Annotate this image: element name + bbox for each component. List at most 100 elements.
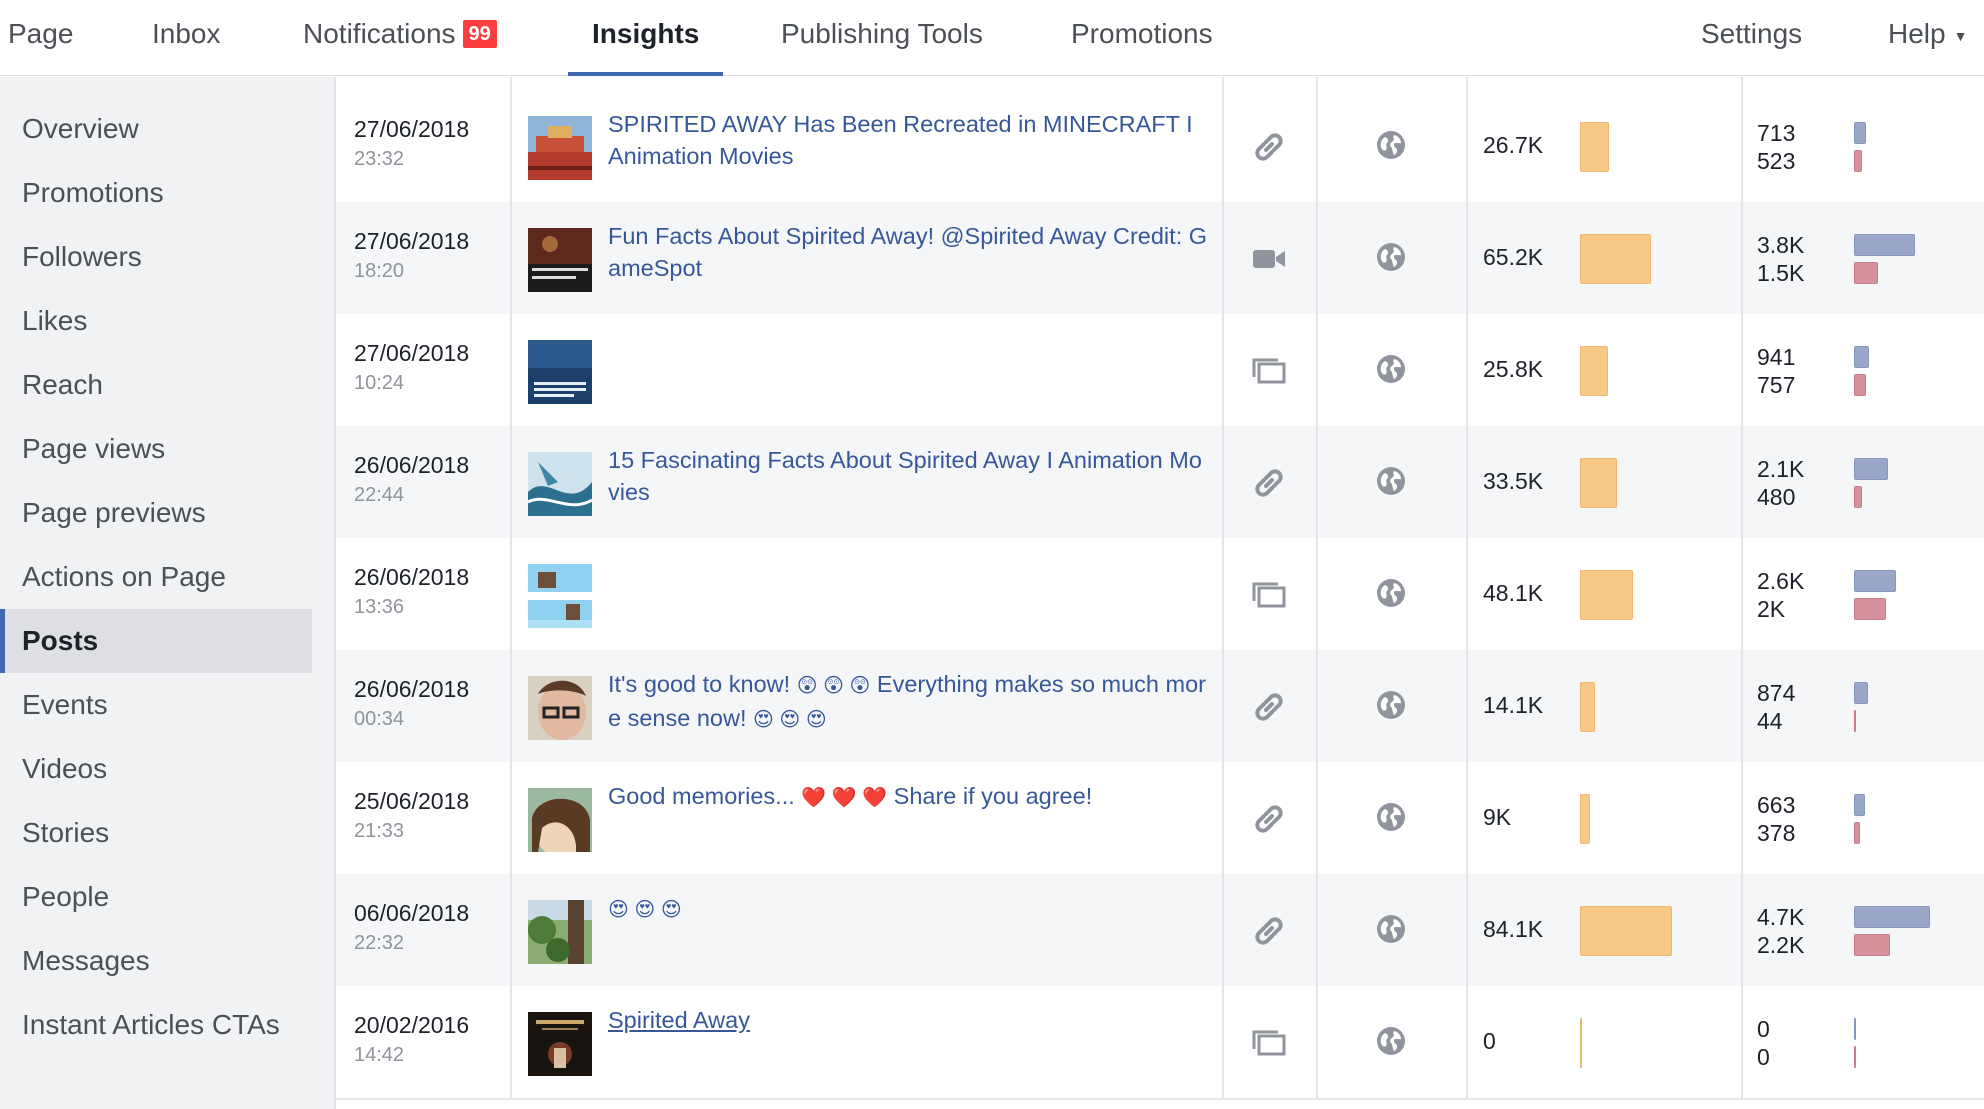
sidebar-item-page-previews[interactable]: Page previews	[0, 481, 312, 545]
engagement-value-clicks: 4.7K	[1757, 904, 1805, 930]
posts-table: 27/06/2018 23:32 SPIRITED AWAY Has Been Re…	[336, 90, 1984, 1100]
insights-sidebar: Overview Promotions Followers Likes Reac…	[0, 77, 336, 1109]
sidebar-item-reach[interactable]: Reach	[0, 353, 312, 417]
engagement-bar-reactions	[1854, 1046, 1856, 1068]
reach-value: 9K	[1483, 804, 1512, 830]
table-row[interactable]: 27/06/2018 10:24 25.8K 941 757	[336, 314, 1984, 426]
sidebar-item-followers[interactable]: Followers	[0, 225, 312, 289]
engagement-value-reactions: 44	[1757, 708, 1783, 734]
post-time: 14:42	[354, 1044, 405, 1066]
reach-bar	[1580, 682, 1595, 732]
engagement-value-reactions: 480	[1757, 484, 1796, 510]
link-icon	[1250, 128, 1288, 166]
reach-bar	[1580, 1018, 1582, 1068]
post-date: 06/06/2018	[354, 900, 470, 926]
tab-insights-label: Insights	[592, 18, 700, 49]
post-text-segment: It's good to know!	[608, 671, 797, 697]
emoji-group: 😍 😍 😍	[608, 899, 682, 921]
post-thumbnail[interactable]	[528, 228, 592, 292]
engagement-bar-reactions	[1854, 822, 1860, 844]
post-title-link[interactable]: 15 Fascinating Facts About Spirited Away…	[608, 444, 1208, 508]
sidebar-item-label: Overview	[22, 113, 139, 144]
post-date: 27/06/2018	[354, 116, 470, 142]
sidebar-item-stories[interactable]: Stories	[0, 801, 312, 865]
globe-icon	[1376, 690, 1406, 720]
tab-insights[interactable]: Insights	[568, 0, 724, 76]
engagement-value-clicks: 713	[1757, 120, 1796, 146]
sidebar-item-label: Stories	[22, 817, 110, 848]
table-row[interactable]: 26/06/2018 00:34 It's good to know! 😲 😲 😲 …	[336, 650, 1984, 762]
engagement-value-reactions: 0	[1757, 1044, 1770, 1070]
post-thumbnail[interactable]	[528, 676, 592, 740]
photo-icon	[1250, 352, 1288, 390]
sidebar-item-label: Promotions	[22, 177, 164, 208]
engagement-bar-reactions	[1854, 262, 1878, 284]
post-thumbnail[interactable]	[528, 900, 592, 964]
reach-bar	[1580, 234, 1651, 284]
post-title-link[interactable]: SPIRITED AWAY Has Been Recreated in MINE…	[608, 108, 1208, 172]
tab-inbox[interactable]: Inbox	[152, 0, 221, 76]
globe-icon	[1376, 354, 1406, 384]
table-row[interactable]: 20/02/2016 14:42 Spirited Away 0 0 0	[336, 986, 1984, 1098]
engagement-value-clicks: 2.1K	[1757, 456, 1805, 482]
table-row[interactable]: 06/06/2018 22:32 😍 😍 😍 84.1K 4.7K 2.2K	[336, 874, 1984, 986]
sidebar-item-likes[interactable]: Likes	[0, 289, 312, 353]
engagement-bar-clicks	[1854, 794, 1865, 816]
post-title-link[interactable]: Fun Facts About Spirited Away! @Spirited…	[608, 220, 1208, 284]
post-thumbnail[interactable]	[528, 788, 592, 852]
post-title-link[interactable]: Spirited Away	[608, 1004, 1208, 1036]
globe-icon	[1376, 914, 1406, 944]
tab-publishing-tools[interactable]: Publishing Tools	[781, 0, 983, 76]
post-thumbnail[interactable]	[528, 340, 592, 404]
post-thumbnail[interactable]	[528, 452, 592, 516]
engagement-bar-reactions	[1854, 934, 1890, 956]
sidebar-item-page-views[interactable]: Page views	[0, 417, 312, 481]
tab-settings-label: Settings	[1701, 18, 1803, 49]
engagement-value-reactions: 523	[1757, 148, 1796, 174]
globe-icon	[1376, 466, 1406, 496]
sidebar-item-events[interactable]: Events	[0, 673, 312, 737]
tab-notifications[interactable]: Notifications 99	[303, 0, 498, 76]
post-thumbnail[interactable]	[528, 116, 592, 180]
sidebar-item-videos[interactable]: Videos	[0, 737, 312, 801]
reach-value: 25.8K	[1483, 356, 1544, 382]
post-title-link[interactable]: Good memories... ❤️ ❤️ ❤️ Share if you a…	[608, 780, 1208, 814]
tab-settings[interactable]: Settings	[1701, 0, 1802, 76]
sidebar-item-promotions[interactable]: Promotions	[0, 161, 312, 225]
tab-page[interactable]: Page	[8, 0, 73, 76]
link-icon	[1250, 800, 1288, 838]
reach-value: 14.1K	[1483, 692, 1544, 718]
sidebar-item-messages[interactable]: Messages	[0, 929, 312, 993]
engagement-bar-clicks	[1854, 346, 1869, 368]
engagement-bar-reactions	[1854, 486, 1862, 508]
table-row[interactable]: 25/06/2018 21:33 Good memories... ❤️ ❤️ ❤️…	[336, 762, 1984, 874]
post-title-link[interactable]: 😍 😍 😍	[608, 892, 1208, 926]
tab-promotions-label: Promotions	[1071, 18, 1213, 49]
post-time: 22:44	[354, 484, 405, 506]
table-row[interactable]: 26/06/2018 13:36 48.1K 2.6K 2K	[336, 538, 1984, 650]
tab-promotions[interactable]: Promotions	[1071, 0, 1213, 76]
engagement-value-reactions: 1.5K	[1757, 260, 1805, 286]
post-title-link[interactable]: It's good to know! 😲 😲 😲 Everything make…	[608, 668, 1208, 736]
post-thumbnail[interactable]	[528, 1012, 592, 1076]
sidebar-item-people[interactable]: People	[0, 865, 312, 929]
tab-help[interactable]: Help ▼	[1888, 0, 1967, 76]
column-divider	[1222, 77, 1224, 1099]
sidebar-item-posts[interactable]: Posts	[0, 609, 312, 673]
sidebar-item-actions-on-page[interactable]: Actions on Page	[0, 545, 312, 609]
video-icon	[1250, 240, 1288, 278]
table-row[interactable]: 26/06/2018 22:44 15 Fascinating Facts Abou…	[336, 426, 1984, 538]
caret-down-icon: ▼	[1953, 27, 1968, 44]
sidebar-item-overview[interactable]: Overview	[0, 97, 312, 161]
post-time: 21:33	[354, 820, 405, 842]
post-thumbnail[interactable]	[528, 564, 592, 628]
reach-value: 33.5K	[1483, 468, 1544, 494]
post-time: 10:24	[354, 372, 405, 394]
sidebar-item-label: Events	[22, 689, 108, 720]
table-row[interactable]: 27/06/2018 18:20 Fun Facts About Spirited …	[336, 202, 1984, 314]
photo-icon	[1250, 1024, 1288, 1062]
active-tab-indicator	[568, 72, 724, 76]
table-row[interactable]: 27/06/2018 23:32 SPIRITED AWAY Has Been Re…	[336, 90, 1984, 202]
tab-help-label: Help	[1888, 18, 1946, 49]
sidebar-item-instant-articles-ctas[interactable]: Instant Articles CTAs	[0, 993, 312, 1057]
